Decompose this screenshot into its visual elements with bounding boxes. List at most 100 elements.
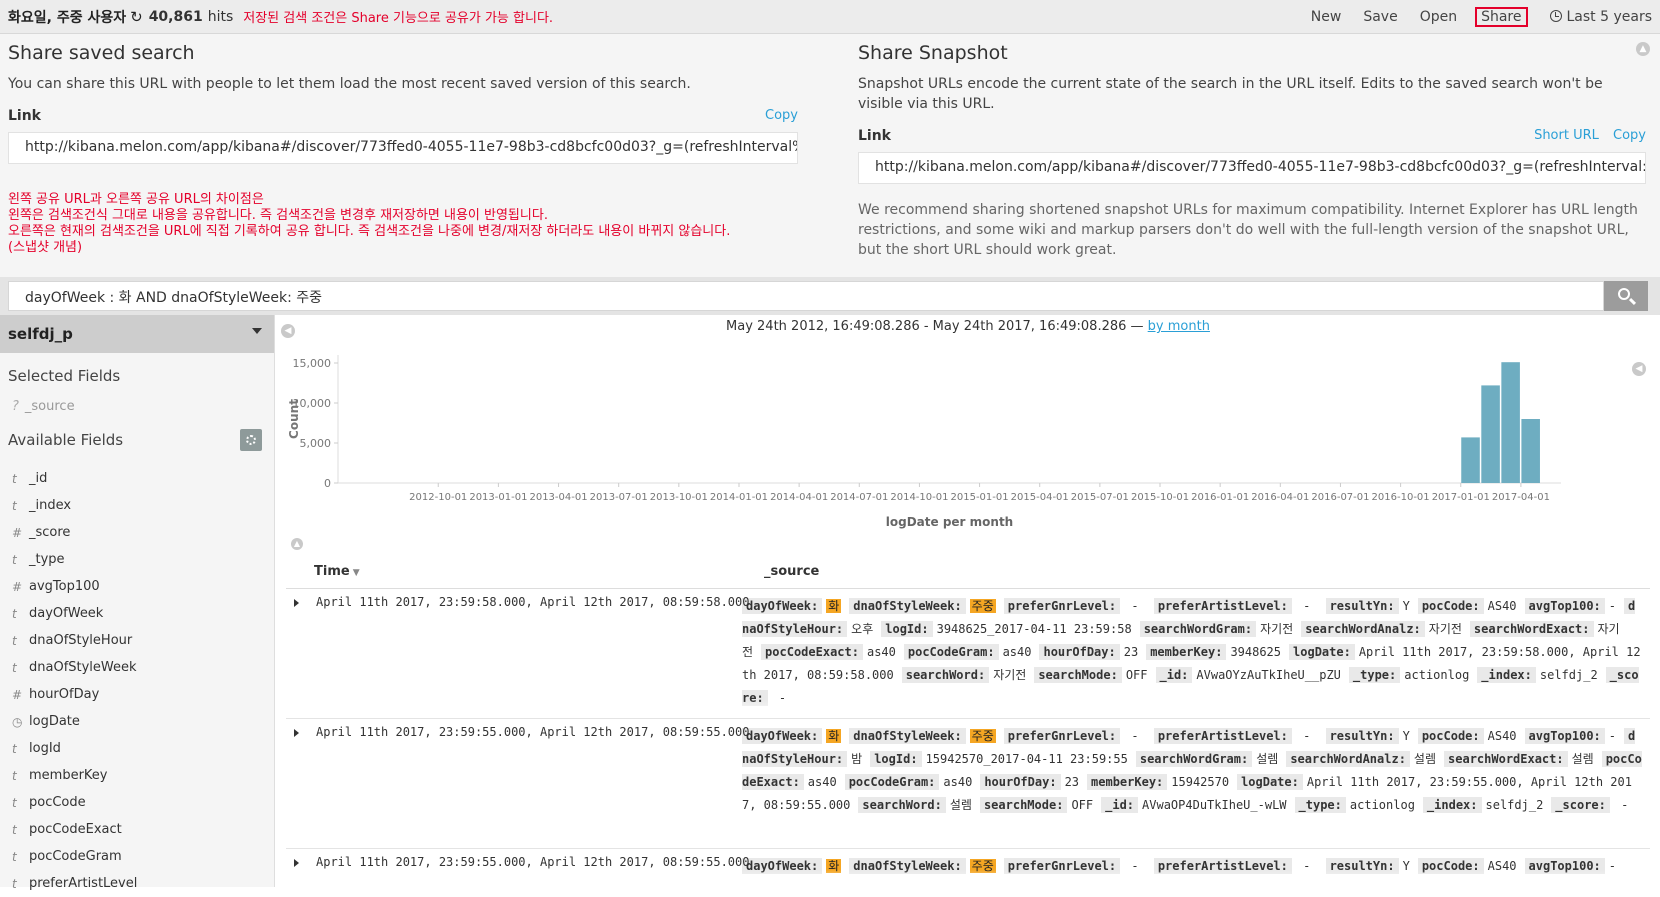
source-field-value: as40 xyxy=(807,775,837,789)
source-field-value: - xyxy=(1608,599,1617,613)
source-field-key: searchMode: xyxy=(979,797,1068,813)
histogram-bar[interactable] xyxy=(1481,385,1500,483)
search-button[interactable] xyxy=(1604,281,1648,311)
share-snapshot-heading: Share Snapshot xyxy=(858,42,1008,64)
hits-label: hits xyxy=(207,8,234,25)
field-item-underscore-index[interactable]: t _index xyxy=(0,492,274,519)
field-item-logDate[interactable]: ◷ logDate xyxy=(0,708,274,735)
source-field-value: 설렘 xyxy=(1256,752,1279,766)
table-body: April 11th 2017, 23:59:58.000, April 12t… xyxy=(286,589,1650,887)
source-field-key: pocCode: xyxy=(1417,598,1484,614)
search-input[interactable]: dayOfWeek : 화 AND dnaOfStyleWeek: 주중 xyxy=(8,281,1604,311)
collapse-panel-icon[interactable]: ▲ xyxy=(1636,42,1650,56)
field-item-preferArtistLevel[interactable]: t preferArtistLevel xyxy=(0,870,274,897)
source-field-value: AVwaOP4DuTkIheU_-wLW xyxy=(1142,798,1287,812)
source-field-value: 설렘 xyxy=(949,798,972,812)
histogram-bar[interactable] xyxy=(1501,362,1520,483)
field-item-dnaOfStyleWeek[interactable]: t dnaOfStyleWeek xyxy=(0,654,274,681)
share-saved-search: Share saved search You can share this UR… xyxy=(8,34,798,256)
source-field-key: _type: xyxy=(1294,797,1346,813)
selected-field-source[interactable]: ? _source xyxy=(0,399,274,417)
expand-row-icon[interactable] xyxy=(294,599,299,607)
source-field-key: searchMode: xyxy=(1034,667,1122,683)
open-button[interactable]: Open xyxy=(1420,9,1457,25)
copy-saved-url-button[interactable]: Copy xyxy=(765,108,798,123)
highlighted-match: 화 xyxy=(826,859,842,873)
korean-note-line: (스냅샷 개념) xyxy=(8,240,83,255)
source-field-key: pocCodeGram: xyxy=(844,774,940,790)
field-item-dayOfWeek[interactable]: t dayOfWeek xyxy=(0,600,274,627)
sort-desc-icon[interactable]: ▼ xyxy=(353,568,360,578)
source-field-key: preferArtistLevel: xyxy=(1153,858,1292,874)
field-item-pocCode[interactable]: t pocCode xyxy=(0,789,274,816)
saved-search-title: 화요일, 주중 사용자 xyxy=(8,9,127,26)
source-field-key: pocCode: xyxy=(1417,728,1484,744)
saved-url-field[interactable]: http://kibana.melon.com/app/kibana#/disc… xyxy=(8,132,798,164)
search-icon xyxy=(1618,288,1630,300)
field-item-pocCodeExact[interactable]: t pocCodeExact xyxy=(0,816,274,843)
source-field-value: - xyxy=(1295,599,1318,613)
source-field-key: _index: xyxy=(1477,667,1536,683)
share-button[interactable]: Share xyxy=(1475,7,1528,27)
field-name: _index xyxy=(29,498,72,513)
source-field-key: logId: xyxy=(870,751,922,767)
source-field-value: 3948625_2017-04-11 23:59:58 xyxy=(936,622,1132,636)
gear-icon xyxy=(246,435,256,445)
x-tick-label: 2012-10-01 xyxy=(409,492,467,503)
table-row[interactable]: April 11th 2017, 23:59:55.000, April 12t… xyxy=(286,719,1650,849)
source-field-value: selfdj_2 xyxy=(1539,668,1598,682)
source-field-value: selfdj_2 xyxy=(1485,798,1544,812)
table-row[interactable]: April 11th 2017, 23:59:55.000, April 12t… xyxy=(286,849,1650,887)
refresh-icon[interactable]: ↻ xyxy=(130,8,143,26)
expand-row-icon[interactable] xyxy=(294,729,299,737)
source-field-value: - xyxy=(771,691,787,705)
copy-snapshot-url-button[interactable]: Copy xyxy=(1613,128,1646,143)
time-picker-button[interactable]: Last 5 years xyxy=(1549,9,1652,25)
histogram-bar[interactable] xyxy=(1521,419,1540,483)
field-item-logId[interactable]: t logId xyxy=(0,735,274,762)
field-item-underscore-type[interactable]: t _type xyxy=(0,546,274,573)
source-field-value: as40 xyxy=(1002,645,1032,659)
source-field-value: Y xyxy=(1402,729,1410,743)
y-tick-label: 0 xyxy=(324,477,331,490)
new-button[interactable]: New xyxy=(1311,9,1342,25)
share-saved-link-row: Link Copy xyxy=(8,108,798,128)
snapshot-url-field[interactable]: http://kibana.melon.com/app/kibana#/disc… xyxy=(858,152,1646,184)
source-field-key: _type: xyxy=(1348,667,1401,683)
source-field-value: AVwaOYzAuTkIheU__pZU xyxy=(1196,668,1341,682)
source-field-key: _score: xyxy=(1551,797,1610,813)
expand-row-icon[interactable] xyxy=(294,859,299,867)
source-field-value: - xyxy=(1295,859,1318,873)
field-name: _source xyxy=(24,399,75,414)
table-row[interactable]: April 11th 2017, 23:59:58.000, April 12t… xyxy=(286,589,1650,719)
source-field-key: preferArtistLevel: xyxy=(1153,598,1292,614)
short-url-button[interactable]: Short URL xyxy=(1534,128,1599,143)
histogram-bar[interactable] xyxy=(1461,437,1480,483)
interval-link[interactable]: by month xyxy=(1148,319,1210,334)
source-field-value: 자기전 xyxy=(993,668,1027,682)
field-item-pocCodeGram[interactable]: t pocCodeGram xyxy=(0,843,274,870)
field-item-dnaOfStyleHour[interactable]: t dnaOfStyleHour xyxy=(0,627,274,654)
share-snapshot-description: Snapshot URLs encode the current state o… xyxy=(858,76,1603,112)
source-field-value: 자기전 xyxy=(1260,622,1294,636)
source-field-key: searchWord: xyxy=(901,667,990,683)
field-item-memberKey[interactable]: t memberKey xyxy=(0,762,274,789)
source-field-key: dayOfWeek: xyxy=(742,858,823,874)
table-collapse-icon[interactable]: ▲ xyxy=(291,538,303,550)
field-item-hourOfDay[interactable]: # hourOfDay xyxy=(0,681,274,708)
source-field-key: _id: xyxy=(1101,797,1139,813)
time-column-header[interactable]: Time ▼ xyxy=(314,564,764,579)
top-menu: New Save Open Share Last 5 years xyxy=(1289,0,1652,34)
documents-table: Time ▼ _source April 11th 2017, 23:59:58.… xyxy=(286,555,1650,887)
field-settings-button[interactable] xyxy=(240,429,262,451)
field-name: _type xyxy=(29,552,65,567)
share-note: 저장된 검색 조건은 Share 기능으로 공유가 가능 합니다. xyxy=(243,11,554,26)
field-item-underscore-id[interactable]: t _id xyxy=(0,465,274,492)
source-field-key: _id: xyxy=(1155,667,1193,683)
save-button[interactable]: Save xyxy=(1363,9,1397,25)
string-type-icon: t xyxy=(12,552,17,567)
index-pattern-selector[interactable]: selfdj_p xyxy=(0,315,274,353)
field-item-underscore-score[interactable]: # _score xyxy=(0,519,274,546)
source-field-value: AS40 xyxy=(1487,859,1517,873)
field-item-avgTop100[interactable]: # avgTop100 xyxy=(0,573,274,600)
